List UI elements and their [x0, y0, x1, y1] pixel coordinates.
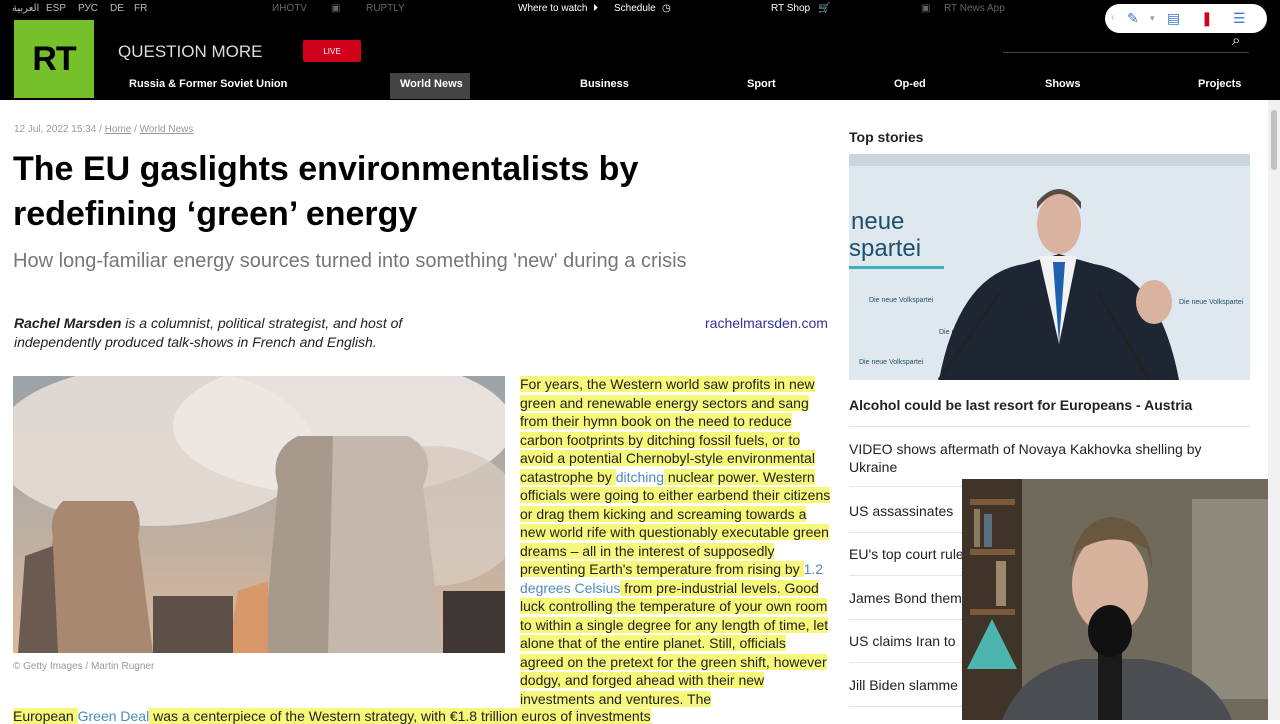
lang-esp[interactable]: ESP: [46, 3, 66, 14]
article-body: For years, the Western world saw profits…: [520, 375, 832, 708]
poster-small-1: Die neue Volkspartei: [869, 297, 934, 304]
breadcrumb: 12 Jul, 2022 15:34 / Home / World News: [14, 124, 194, 135]
site-header: RT QUESTION MORE LIVE Russia & Former So…: [0, 18, 1280, 100]
bookmark-icon[interactable]: ❚: [1201, 10, 1213, 27]
lang-arabic[interactable]: العربية: [12, 3, 39, 14]
clock-icon: ◷: [662, 3, 671, 14]
list-icon[interactable]: ☰: [1233, 10, 1246, 27]
body-text-3: from pre-industrial levels. Good luck co…: [520, 579, 829, 707]
press-conference-image: neue spartei Die neue Volkspartei Die ne…: [849, 154, 1250, 380]
schedule-link[interactable]: Schedule: [614, 3, 656, 14]
highlighter-icon[interactable]: ✎: [1127, 10, 1139, 27]
poster-word-neue: neue: [851, 208, 904, 235]
breadcrumb-home[interactable]: Home: [105, 124, 132, 135]
article-date: 12 Jul, 2022 15:34: [14, 124, 97, 135]
top-stories-heading: Top stories: [849, 129, 924, 145]
chevron-down-icon[interactable]: ▾: [1150, 13, 1155, 24]
rt-news-app-link[interactable]: RT News App: [944, 3, 1005, 14]
app-icon: ▣: [921, 3, 931, 14]
top-story-photo[interactable]: neue spartei Die neue Volkspartei Die ne…: [849, 154, 1250, 380]
chevron-left-icon[interactable]: ‹: [1111, 12, 1114, 23]
poster-word-spartei: spartei: [849, 235, 921, 262]
article-photo[interactable]: [13, 376, 505, 653]
page-scrollbar[interactable]: [1268, 100, 1280, 720]
search-input[interactable]: [1003, 52, 1249, 53]
tagline: QUESTION MORE: [118, 42, 263, 61]
poster-small-3: Die neue Volkspartei: [1179, 299, 1244, 306]
webcam-person-image: [962, 479, 1280, 720]
extension-toolbar: ‹ ✎ ▾ ▤ ❚ ☰: [1105, 4, 1267, 33]
top-utility-bar: العربية ESP РУС DE FR ИНОTV ▣ RUPTLY Whe…: [0, 0, 1280, 18]
search-icon[interactable]: ⌕: [1232, 32, 1240, 49]
nav-projects[interactable]: Projects: [1198, 78, 1241, 90]
lang-rus[interactable]: РУС: [78, 3, 98, 14]
nav-shows[interactable]: Shows: [1045, 78, 1080, 90]
inotv-link[interactable]: ИНОTV: [272, 3, 307, 14]
where-to-watch-link[interactable]: Where to watch: [518, 3, 587, 14]
nav-sport[interactable]: Sport: [747, 78, 776, 90]
lang-de[interactable]: DE: [110, 3, 124, 14]
link-green-deal[interactable]: Green Deal: [78, 708, 150, 724]
rt-logo[interactable]: RT: [14, 20, 94, 98]
article-body-continued: European Green Deal was a centerpiece of…: [13, 708, 833, 724]
story-link[interactable]: Alcohol could be last resort for Europea…: [849, 396, 1250, 427]
poster-small-4: Die neue Volkspartei: [859, 359, 924, 366]
cooling-towers-image: [13, 376, 505, 653]
play-circle-icon: ⏵: [593, 3, 598, 14]
nav-world-news[interactable]: World News: [400, 78, 463, 90]
cart-icon: 🛒: [818, 3, 831, 14]
nav-russia[interactable]: Russia & Former Soviet Union: [129, 78, 287, 90]
scrollbar-thumb[interactable]: [1271, 110, 1277, 170]
link-ditching[interactable]: ditching: [616, 469, 664, 485]
photo-credit: © Getty Images / Martin Rugner: [13, 661, 155, 672]
body-text-4: European: [13, 708, 78, 724]
notes-icon[interactable]: ▤: [1167, 10, 1180, 27]
ruptly-link[interactable]: RUPTLY: [366, 3, 405, 14]
nav-business[interactable]: Business: [580, 78, 629, 90]
author-bio: Rachel Marsden is a columnist, political…: [14, 314, 454, 352]
nav-op-ed[interactable]: Op-ed: [894, 78, 926, 90]
lang-fr[interactable]: FR: [134, 3, 147, 14]
live-button[interactable]: LIVE: [303, 40, 361, 62]
body-text-5: was a centerpiece of the Western strateg…: [149, 708, 651, 724]
article-subtitle: How long-familiar energy sources turned …: [13, 250, 687, 272]
rt-shop-link[interactable]: RT Shop: [771, 3, 810, 14]
author-name[interactable]: Rachel Marsden: [14, 315, 121, 331]
breadcrumb-world-news[interactable]: World News: [140, 124, 194, 135]
webcam-overlay: [962, 479, 1280, 720]
play-icon[interactable]: ▣: [331, 3, 340, 14]
article-title: The EU gaslights environmentalists by re…: [13, 150, 639, 233]
author-website-link[interactable]: rachelmarsden.com: [705, 315, 828, 331]
